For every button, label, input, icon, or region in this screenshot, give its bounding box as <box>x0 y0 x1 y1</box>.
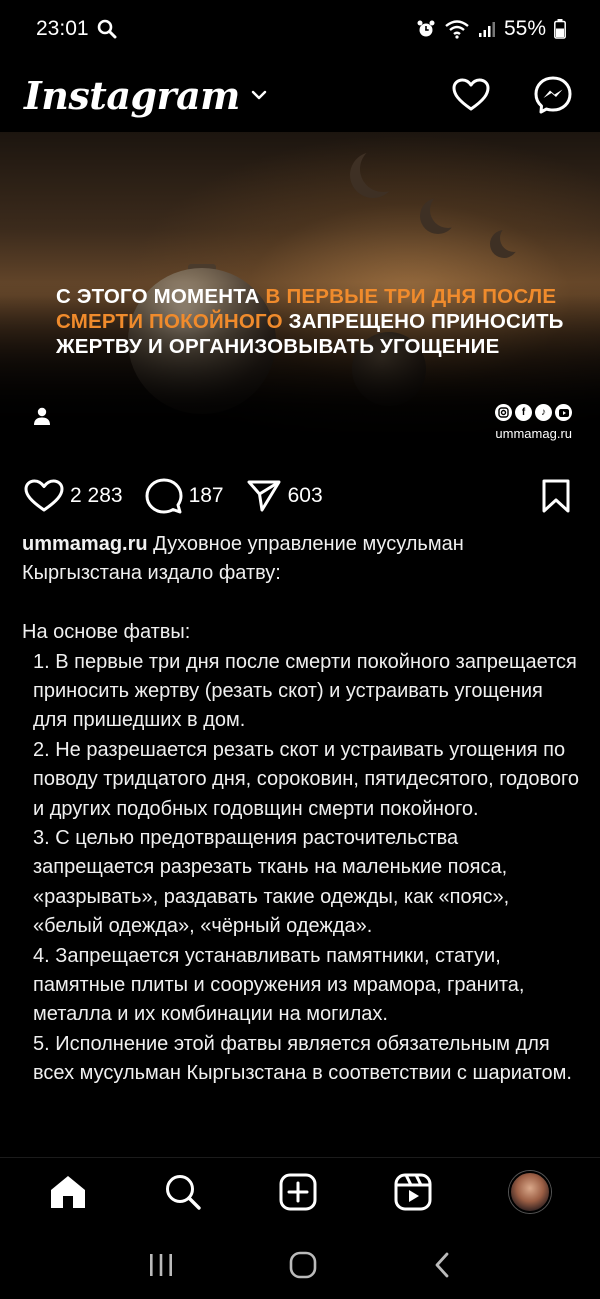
status-left: 23:01 <box>36 17 117 41</box>
caption-item: 4. Запрещается устанавливать памятники, … <box>33 944 525 1026</box>
signal-icon <box>478 20 496 38</box>
notifications-heart-icon[interactable] <box>452 78 490 112</box>
tiktok-icon: ♪ <box>535 404 552 421</box>
crescent-shape <box>500 224 528 252</box>
wifi-icon <box>444 19 470 39</box>
status-bar: 23:01 55% <box>0 0 600 58</box>
caption-item: 2. Не разрешается резать скот и устраива… <box>33 738 580 820</box>
like-count: 2 283 <box>70 484 123 507</box>
comment-icon[interactable] <box>145 478 183 514</box>
back-icon[interactable] <box>432 1251 452 1279</box>
heart-icon[interactable] <box>24 479 64 513</box>
post-caption: ummamag.ru Духовное управление мусульман… <box>22 530 582 1089</box>
instagram-logo[interactable]: Instagram <box>24 73 240 118</box>
share-button[interactable]: 603 <box>246 479 323 513</box>
comment-count: 187 <box>188 484 224 507</box>
like-button[interactable]: 2 283 <box>24 479 123 513</box>
facebook-icon: f <box>515 404 532 421</box>
post-image[interactable]: С этого момента в первые три дня после с… <box>0 132 600 458</box>
header-actions <box>452 76 572 114</box>
home-icon[interactable] <box>49 1174 87 1210</box>
search-status-icon <box>97 19 117 39</box>
post-actions: 2 283 187 603 <box>0 474 600 518</box>
system-nav <box>0 1230 600 1299</box>
status-time: 23:01 <box>36 17 89 40</box>
tagged-user-icon[interactable] <box>32 406 52 426</box>
crescent-shape <box>360 146 406 192</box>
brand-site: ummamag.ru <box>495 426 572 441</box>
account-switcher[interactable]: Instagram <box>24 73 268 118</box>
app-header: Instagram <box>0 58 600 132</box>
battery-icon <box>554 19 566 39</box>
messenger-icon[interactable] <box>534 76 572 114</box>
crescent-shape <box>430 192 466 228</box>
instagram-icon <box>495 404 512 421</box>
alarm-icon <box>416 19 436 39</box>
profile-avatar[interactable] <box>509 1170 552 1213</box>
recents-icon[interactable] <box>148 1252 174 1278</box>
home-button-icon[interactable] <box>289 1251 317 1279</box>
comment-button[interactable]: 187 <box>145 478 224 514</box>
share-count: 603 <box>287 484 323 507</box>
youtube-icon <box>555 404 572 421</box>
caption-username[interactable]: ummamag.ru <box>22 533 148 555</box>
headline-part1: С этого момента <box>56 285 266 308</box>
reels-icon[interactable] <box>394 1173 432 1211</box>
caption-spacer <box>22 589 582 618</box>
battery-percent: 55% <box>503 17 546 40</box>
search-icon[interactable] <box>164 1173 202 1211</box>
caption-basis: На основе фатвы: <box>22 621 191 644</box>
bookmark-icon[interactable] <box>540 478 572 514</box>
bottom-nav <box>0 1157 600 1225</box>
caption-item: 1. В первые три дня после смерти покойно… <box>33 650 577 732</box>
caption-intro: ummamag.ru Духовное управление мусульман… <box>22 530 582 589</box>
post-headline: С этого момента в первые три дня после с… <box>56 284 576 359</box>
chevron-down-icon[interactable] <box>250 86 268 104</box>
status-right: 55% <box>416 17 566 41</box>
caption-item: 5. Исполнение этой фатвы является обязат… <box>33 1032 572 1085</box>
send-icon[interactable] <box>246 479 282 513</box>
caption-item: 3. С целью предотвращения расточительств… <box>33 827 510 938</box>
create-icon[interactable] <box>279 1173 317 1211</box>
brand-social-icons: f ♪ <box>495 404 572 421</box>
